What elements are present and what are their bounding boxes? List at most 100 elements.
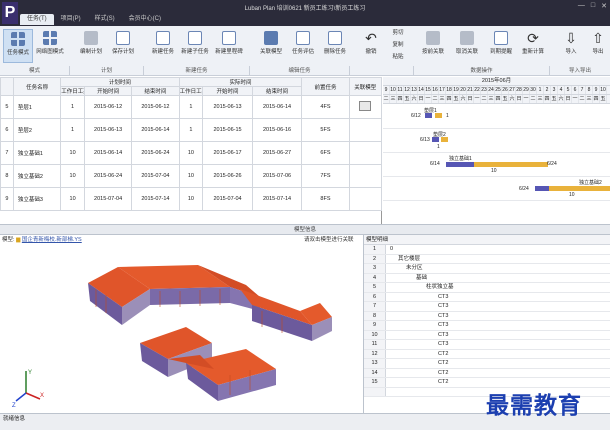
actual-end-cell[interactable]: 2015-06-14	[251, 95, 303, 119]
model-linked-icon[interactable]	[359, 101, 372, 111]
delete-task-button[interactable]: 删除任务	[320, 29, 350, 63]
paste-button[interactable]: 粘贴	[386, 52, 410, 63]
plan-days-cell[interactable]: 1	[60, 118, 85, 142]
task-evaluate-button[interactable]: 任务评估	[288, 29, 318, 63]
task-name-cell[interactable]: 独立基础2	[12, 164, 62, 188]
col-plan-end[interactable]: 结束时间	[131, 86, 180, 96]
predecessor-cell[interactable]: 4FS	[301, 95, 350, 119]
tree-row-label[interactable]: 其它楼层	[386, 255, 610, 264]
table-row[interactable]: 5 垫层1 1 2015-06-12 2015-06-12 1 2015-06-…	[0, 95, 383, 119]
tree-row[interactable]: 11 CT3	[364, 340, 610, 350]
actual-days-cell[interactable]: 1	[178, 95, 204, 119]
tree-row[interactable]: 14 CT2	[364, 368, 610, 378]
actual-days-cell[interactable]: 1	[178, 118, 204, 142]
actual-bar[interactable]	[474, 162, 548, 167]
plan-start-cell[interactable]: 2015-07-04	[83, 187, 133, 211]
copy-button[interactable]: 复制	[386, 40, 410, 51]
col-plan-start[interactable]: 开始时间	[83, 86, 133, 96]
tree-row[interactable]: 9 CT3	[364, 321, 610, 331]
model-info-splitter[interactable]: 模型信息	[0, 224, 610, 235]
task-mode-button[interactable]: 任务模式	[3, 29, 33, 63]
plan-days-cell[interactable]: 10	[60, 187, 85, 211]
link-before-button[interactable]: 按前关联	[418, 29, 448, 63]
actual-end-cell[interactable]: 2015-07-06	[251, 164, 303, 188]
network-mode-button[interactable]: 网络图模式	[35, 29, 65, 63]
tree-row[interactable]: 8 CT3	[364, 311, 610, 321]
plan-bar[interactable]	[432, 137, 439, 142]
tree-row[interactable]: 5 柱状独立基	[364, 283, 610, 293]
model-viewer[interactable]: 模型: ▆ 国企青新梅校.新部梯.YS 请双击模型进行关联 Y X Z	[0, 235, 363, 413]
tree-row-label[interactable]: CT3	[386, 331, 610, 340]
tree-row-label[interactable]: CT2	[386, 369, 610, 378]
linked-model-cell[interactable]	[348, 141, 383, 165]
tree-row[interactable]: 12 CT2	[364, 349, 610, 359]
tree-row-label[interactable]: CT3	[386, 302, 610, 311]
plan-start-cell[interactable]: 2015-06-13	[83, 118, 133, 142]
linked-model-cell[interactable]	[348, 164, 383, 188]
linked-model-cell[interactable]	[348, 118, 383, 142]
actual-start-cell[interactable]: 2015-06-13	[202, 95, 253, 119]
new-milestone-button[interactable]: 新建里程碑	[214, 29, 244, 63]
predecessor-cell[interactable]: 5FS	[301, 118, 350, 142]
tree-row-label[interactable]: CT3	[386, 312, 610, 321]
col-actual-end[interactable]: 结束时间	[251, 86, 303, 96]
plan-end-cell[interactable]: 2015-07-14	[131, 187, 180, 211]
undo-button[interactable]: ↶ 撤销	[356, 29, 386, 63]
col-actual-days[interactable]: 工作日工期	[178, 86, 204, 96]
link-model-button[interactable]: 关联模型	[256, 29, 286, 63]
col-predecessor[interactable]: 前置任务	[301, 77, 350, 96]
actual-end-cell[interactable]: 2015-06-16	[251, 118, 303, 142]
col-actual-start[interactable]: 开始时间	[202, 86, 253, 96]
cut-button[interactable]: 剪切	[386, 28, 410, 39]
new-subtask-button[interactable]: 新建子任务	[180, 29, 210, 63]
actual-start-cell[interactable]: 2015-06-26	[202, 164, 253, 188]
actual-days-cell[interactable]: 10	[178, 164, 204, 188]
minimize-icon[interactable]: —	[578, 2, 585, 10]
col-plan-days[interactable]: 工作日工期	[60, 86, 85, 96]
actual-bar[interactable]	[549, 186, 610, 191]
col-task-name[interactable]: 任务名称	[12, 77, 62, 96]
actual-bar[interactable]	[435, 113, 442, 118]
plan-end-cell[interactable]: 2015-06-12	[131, 95, 180, 119]
predecessor-cell[interactable]: 7FS	[301, 164, 350, 188]
actual-start-cell[interactable]: 2015-06-17	[202, 141, 253, 165]
actual-start-cell[interactable]: 2015-07-04	[202, 187, 253, 211]
tree-row-label[interactable]: 基础	[386, 274, 610, 283]
tree-row[interactable]: 4 基础	[364, 273, 610, 283]
table-row[interactable]: 6 垫层2 1 2015-06-13 2015-06-14 1 2015-06-…	[0, 118, 383, 142]
close-icon[interactable]: ✕	[601, 2, 607, 10]
plan-end-cell[interactable]: 2015-06-14	[131, 118, 180, 142]
recalc-button[interactable]: ⟳ 重新计算	[518, 29, 548, 63]
tree-row[interactable]: 10	[364, 245, 610, 255]
unlink-button[interactable]: 取消关联	[452, 29, 482, 63]
tree-row[interactable]: 7 CT3	[364, 302, 610, 312]
menu-project[interactable]: 项目(P)	[54, 14, 88, 25]
import-button[interactable]: ⇩ 导入	[556, 29, 586, 63]
menu-style[interactable]: 样式(S)	[88, 14, 122, 25]
tree-row-label[interactable]: CT3	[386, 340, 610, 349]
tree-row[interactable]: 6 CT3	[364, 292, 610, 302]
tree-row-label[interactable]: 0	[386, 245, 610, 254]
plan-days-cell[interactable]: 10	[60, 141, 85, 165]
predecessor-cell[interactable]: 6FS	[301, 141, 350, 165]
plan-end-cell[interactable]: 2015-07-04	[131, 164, 180, 188]
actual-end-cell[interactable]: 2015-07-14	[251, 187, 303, 211]
plan-days-cell[interactable]: 10	[60, 164, 85, 188]
plan-start-cell[interactable]: 2015-06-24	[83, 164, 133, 188]
menu-task[interactable]: 任务(T)	[20, 14, 54, 25]
plan-end-cell[interactable]: 2015-06-24	[131, 141, 180, 165]
task-name-cell[interactable]: 独立基础1	[12, 141, 62, 165]
plan-days-cell[interactable]: 1	[60, 95, 85, 119]
tree-row-label[interactable]: 柱状独立基	[386, 283, 610, 292]
actual-start-cell[interactable]: 2015-06-15	[202, 118, 253, 142]
table-row[interactable]: 7 独立基础1 10 2015-06-14 2015-06-24 10 2015…	[0, 141, 383, 165]
new-task-button[interactable]: 新建任务	[148, 29, 178, 63]
plan-start-cell[interactable]: 2015-06-12	[83, 95, 133, 119]
task-name-cell[interactable]: 垫层2	[12, 118, 62, 142]
gantt-body[interactable]: 垫层1 6/12 1 垫层2 6/13 1 独立基础1 6/14 6/24 10…	[383, 104, 610, 224]
predecessor-cell[interactable]: 8FS	[301, 187, 350, 211]
table-row[interactable]: 9 独立基础3 10 2015-07-04 2015-07-14 10 2015…	[0, 187, 383, 211]
model-file-link[interactable]: 国企青新梅校.新部梯.YS	[22, 237, 82, 243]
tree-row-label[interactable]: CT3	[386, 293, 610, 302]
plan-start-cell[interactable]: 2015-06-14	[83, 141, 133, 165]
